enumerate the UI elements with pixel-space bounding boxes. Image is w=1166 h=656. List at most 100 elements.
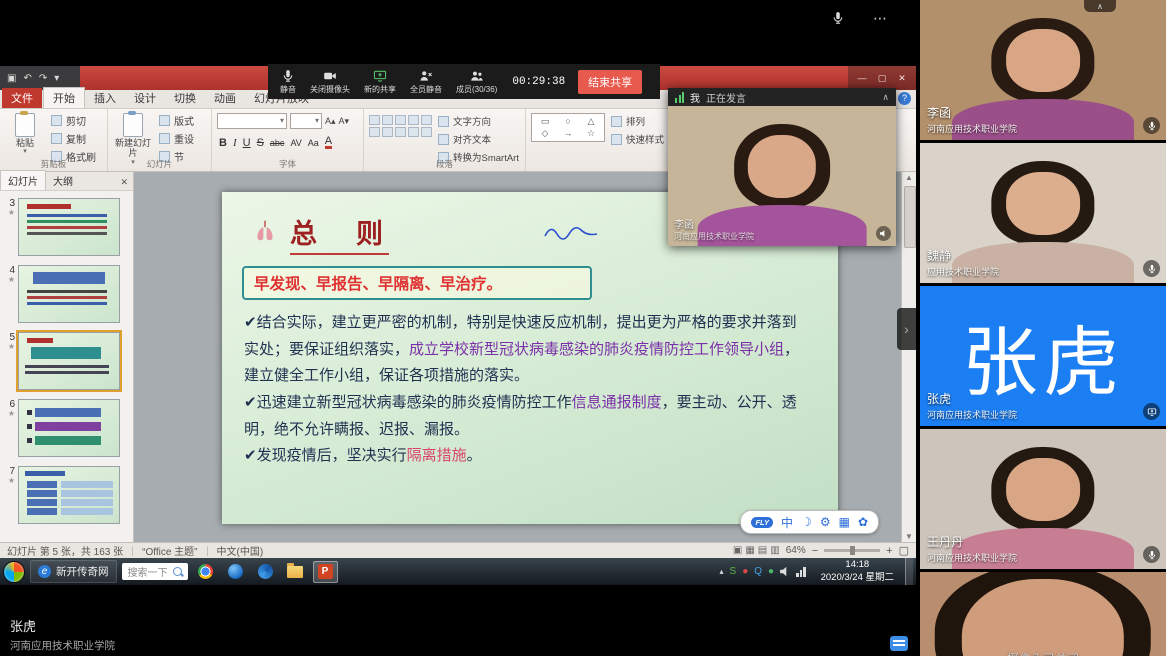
- hide-sidebar-button[interactable]: ›: [897, 308, 916, 350]
- taskbar-search-box[interactable]: 搜索一下: [122, 563, 188, 580]
- window-control-button[interactable]: ✕: [892, 67, 912, 89]
- ribbon-button[interactable]: 版式: [159, 113, 194, 128]
- tab-outline[interactable]: 大纲: [46, 171, 80, 190]
- more-options-button[interactable]: ⋯: [870, 8, 890, 28]
- zoom-slider[interactable]: [824, 549, 880, 552]
- taskbar-ie-button[interactable]: 新开传奇网: [30, 560, 117, 583]
- fit-to-window-button[interactable]: ▢: [899, 544, 909, 557]
- slide-thumbnail-4[interactable]: [18, 265, 120, 323]
- ppt-tab-切换[interactable]: 切换: [165, 88, 205, 108]
- tray-icon[interactable]: [780, 567, 790, 577]
- ribbon-button[interactable]: 快速样式: [611, 132, 664, 146]
- qat-icon[interactable]: ↷: [39, 73, 47, 84]
- show-desktop-button[interactable]: [905, 558, 913, 585]
- tray-icon[interactable]: S: [730, 566, 737, 577]
- collapse-video-icon[interactable]: ∧: [882, 92, 889, 103]
- slide-thumbnail-7[interactable]: [18, 466, 120, 524]
- taskbar-clock[interactable]: 14:18 2020/3/24 星期二: [815, 559, 900, 584]
- qat-icon[interactable]: ▾: [54, 73, 59, 84]
- scrollbar-thumb[interactable]: [904, 186, 916, 248]
- close-panel-button[interactable]: ✕: [120, 177, 133, 190]
- font-style-button[interactable]: B: [219, 137, 227, 149]
- font-style-button[interactable]: AV: [290, 138, 301, 148]
- chat-button[interactable]: [890, 636, 908, 651]
- vertical-scrollbar[interactable]: ▲ ▼: [901, 172, 916, 542]
- font-style-button[interactable]: S: [257, 137, 264, 149]
- font-style-button[interactable]: U: [243, 137, 251, 149]
- ribbon-button[interactable]: 文字方向: [438, 114, 519, 128]
- ime-button[interactable]: ⚙: [820, 515, 831, 529]
- taskbar-powerpoint-button[interactable]: [313, 561, 338, 583]
- shape-button[interactable]: ☆: [581, 128, 601, 139]
- taskbar-browser2-button[interactable]: [253, 561, 278, 583]
- paste-button[interactable]: 粘贴▾: [5, 113, 45, 156]
- ribbon-button[interactable]: 复制: [51, 131, 96, 146]
- participant-tile[interactable]: 张虎张虎河南应用技术职业学院: [920, 286, 1166, 426]
- ppt-tab-开始[interactable]: 开始: [43, 87, 85, 108]
- ime-button[interactable]: FLY: [751, 517, 773, 528]
- shape-button[interactable]: △: [581, 116, 601, 127]
- font-name-select[interactable]: ▾: [217, 113, 287, 129]
- ribbon-button[interactable]: 重设: [159, 131, 194, 146]
- participant-tile[interactable]: 摄像头已关闭: [920, 572, 1166, 656]
- qat-icon[interactable]: ↶: [23, 73, 31, 84]
- tray-icon[interactable]: [796, 567, 806, 577]
- view-button[interactable]: ▥: [770, 545, 779, 556]
- taskbar-explorer-button[interactable]: [283, 561, 308, 583]
- shape-button[interactable]: →: [558, 128, 578, 139]
- ribbon-button[interactable]: 排列: [611, 114, 664, 128]
- tab-slides[interactable]: 幻灯片: [0, 170, 46, 190]
- scroll-down-icon[interactable]: ▼: [902, 532, 916, 541]
- ribbon-button[interactable]: 剪切: [51, 113, 96, 128]
- zoom-out-button[interactable]: −: [812, 545, 818, 557]
- sidebar-collapse-button[interactable]: ∧: [1084, 0, 1116, 12]
- audio-device-button[interactable]: [828, 8, 848, 28]
- ppt-tab-插入[interactable]: 插入: [85, 88, 125, 108]
- slide-thumbnail-6[interactable]: [18, 399, 120, 457]
- font-style-button[interactable]: I: [233, 137, 237, 149]
- end-share-button[interactable]: 结束共享: [578, 70, 642, 94]
- window-control-button[interactable]: —: [852, 67, 872, 89]
- slide-thumbnail-3[interactable]: [18, 198, 120, 256]
- paragraph-format-buttons[interactable]: [369, 115, 432, 137]
- view-button[interactable]: ▣: [733, 545, 742, 556]
- taskbar-browser-button[interactable]: [223, 561, 248, 583]
- font-style-button[interactable]: abc: [270, 138, 285, 148]
- toolbar-members-button[interactable]: 成员(30/36): [456, 69, 497, 95]
- participant-tile[interactable]: 李函河南应用技术职业学院: [920, 0, 1166, 140]
- floating-video-window[interactable]: 我 正在发言 ∧ 李函 河南应用技术职业学院: [668, 88, 896, 246]
- grow-font-button[interactable]: A▴: [325, 116, 336, 127]
- view-button[interactable]: ▤: [758, 545, 767, 556]
- participant-tile[interactable]: 魏静应用技术职业学院: [920, 143, 1166, 283]
- font-style-button[interactable]: Aa: [308, 138, 319, 148]
- tray-icon[interactable]: ▴: [720, 567, 724, 576]
- qat-icon[interactable]: ▣: [7, 73, 16, 84]
- zoom-in-button[interactable]: +: [886, 545, 892, 557]
- participant-tile[interactable]: 王丹丹河南应用技术职业学院: [920, 429, 1166, 569]
- ime-button[interactable]: 中: [781, 514, 793, 531]
- tray-icon[interactable]: Q: [754, 566, 762, 577]
- taskbar-chrome-button[interactable]: [193, 561, 218, 583]
- shape-button[interactable]: ○: [558, 116, 578, 127]
- shape-button[interactable]: ◇: [535, 128, 555, 139]
- ime-button[interactable]: ✿: [858, 515, 868, 529]
- toolbar-share-button[interactable]: 新的共享: [364, 69, 396, 95]
- toolbar-mute-button[interactable]: 静音: [280, 69, 296, 95]
- tray-icon[interactable]: ●: [742, 566, 748, 577]
- ribbon-button[interactable]: 对齐文本: [438, 132, 519, 146]
- toolbar-camera-button[interactable]: 关闭摄像头: [310, 69, 350, 95]
- ppt-tab-设计[interactable]: 设计: [125, 88, 165, 108]
- ime-button[interactable]: ☽: [801, 515, 812, 529]
- start-button[interactable]: [3, 561, 25, 583]
- shrink-font-button[interactable]: A▾: [339, 116, 350, 127]
- font-size-select[interactable]: ▾: [290, 113, 322, 129]
- toolbar-mute-all-button[interactable]: 全员静音: [410, 69, 442, 95]
- tray-icon[interactable]: ●: [768, 566, 774, 577]
- scroll-up-icon[interactable]: ▲: [902, 173, 916, 182]
- help-button[interactable]: ?: [898, 92, 911, 105]
- slide-thumbnail-5[interactable]: [18, 332, 120, 390]
- font-style-button[interactable]: A: [325, 136, 332, 149]
- ime-button[interactable]: ▦: [839, 515, 850, 529]
- ppt-tab-动画[interactable]: 动画: [205, 88, 245, 108]
- view-button[interactable]: ▦: [745, 545, 754, 556]
